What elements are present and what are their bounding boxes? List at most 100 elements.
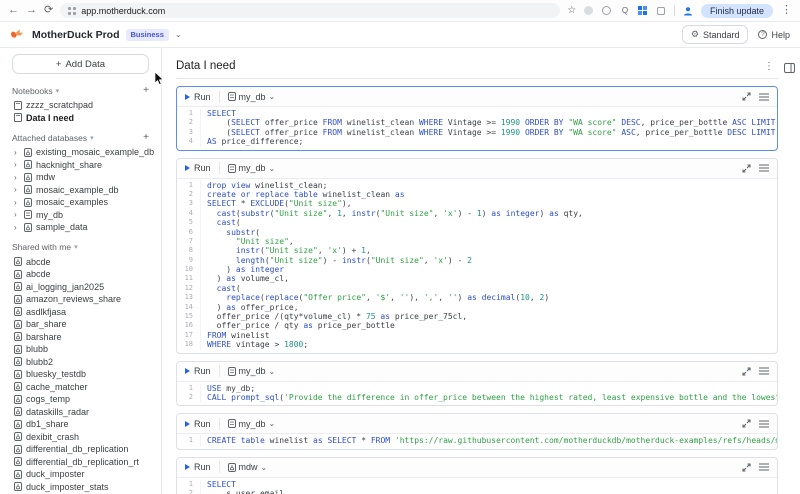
notebook-cell: Run my_db⌄ 1SELECT2 (SELECT offer_price FR… <box>176 86 778 151</box>
sidebar-item[interactable]: blubb2 <box>0 356 161 369</box>
expand-chevron-icon[interactable]: › <box>14 198 20 207</box>
database-selector-label: my_db <box>239 163 266 173</box>
sidebar-item[interactable]: bar_share <box>0 318 161 331</box>
workspace-name[interactable]: MotherDuck Prod <box>32 29 120 41</box>
shared-database-icon <box>14 470 22 479</box>
sidebar-item[interactable]: asdlkfjasa <box>0 306 161 319</box>
expand-cell-icon[interactable] <box>742 92 751 101</box>
shared-database-icon <box>14 307 22 316</box>
sidebar-item[interactable]: cache_matcher <box>0 381 161 394</box>
sidebar-item[interactable]: abcde <box>0 256 161 269</box>
section-header[interactable]: Attached databases▾+ <box>0 129 161 146</box>
code-line: 2CALL prompt_sql('Provide the difference… <box>177 393 777 402</box>
expand-chevron-icon[interactable]: › <box>14 223 20 232</box>
expand-cell-icon[interactable] <box>742 419 751 428</box>
code-text: offer_price / qty as price_per_bottle <box>201 321 395 330</box>
sidebar-item[interactable]: barshare <box>0 331 161 344</box>
expand-cell-icon[interactable] <box>742 463 751 472</box>
shared-database-icon <box>24 148 32 157</box>
forward-icon[interactable]: → <box>26 5 37 16</box>
sidebar-item[interactable]: zzzz_scratchpad <box>0 99 161 112</box>
sidebar-item[interactable]: abcde <box>0 268 161 281</box>
help-button[interactable]: ? Help <box>758 30 790 40</box>
database-selector[interactable]: my_db⌄ <box>228 419 276 429</box>
sidebar-item[interactable]: ›hacknight_share <box>0 159 161 172</box>
sidebar-item[interactable]: ›mosaic_example_db <box>0 184 161 197</box>
sidebar-item[interactable]: duck_imposter_stats <box>0 481 161 494</box>
back-icon[interactable]: ← <box>8 5 19 16</box>
standard-mode-button[interactable]: ⚙ Standard <box>682 25 749 44</box>
sidebar-item[interactable]: dexibit_crash <box>0 431 161 444</box>
header-divider <box>176 78 778 79</box>
bookmark-star-icon[interactable]: ☆ <box>567 5 576 16</box>
run-button[interactable]: Run <box>185 163 211 173</box>
chevron-down-icon: ▾ <box>74 243 78 251</box>
expand-chevron-icon[interactable]: › <box>14 148 20 157</box>
section-add-icon[interactable]: + <box>143 85 149 96</box>
sidebar-item[interactable]: blubb <box>0 343 161 356</box>
sidebar-item[interactable]: db1_share <box>0 418 161 431</box>
code-editor[interactable]: 1SELECT2 (SELECT offer_price FROM wineli… <box>177 107 777 150</box>
run-button[interactable]: Run <box>185 462 211 472</box>
extension-icon[interactable] <box>584 6 594 16</box>
line-number: 6 <box>177 228 201 237</box>
extension-globe-icon[interactable] <box>602 6 612 16</box>
code-editor[interactable]: 1USE my_db;2CALL prompt_sql('Provide the… <box>177 382 777 406</box>
database-selector[interactable]: my_db⌄ <box>228 163 276 173</box>
sidebar-item[interactable]: ai_logging_jan2025 <box>0 281 161 294</box>
play-icon <box>185 368 190 374</box>
address-bar[interactable]: app.motherduck.com <box>60 3 560 18</box>
cell-menu-icon[interactable] <box>759 463 769 471</box>
sidebar-item[interactable]: cogs_temp <box>0 393 161 406</box>
line-number: 5 <box>177 218 201 227</box>
site-permissions-icon[interactable] <box>68 7 76 15</box>
run-button[interactable]: Run <box>185 366 211 376</box>
run-button[interactable]: Run <box>185 419 211 429</box>
expand-cell-icon[interactable] <box>742 367 751 376</box>
workspace-chevron-down-icon[interactable]: ⌄ <box>175 30 182 39</box>
sidebar-item[interactable]: amazon_reviews_share <box>0 293 161 306</box>
cell-menu-icon[interactable] <box>759 93 769 101</box>
sidebar-item[interactable]: differential_db_replication_rt <box>0 456 161 469</box>
expand-chevron-icon[interactable]: › <box>14 185 20 194</box>
expand-chevron-icon[interactable]: › <box>14 160 20 169</box>
code-editor[interactable]: 1CREATE table winelist as SELECT * FROM … <box>177 434 777 448</box>
sidebar-item[interactable]: ›sample_data <box>0 221 161 234</box>
section-header[interactable]: Notebooks▾+ <box>0 82 161 99</box>
extension-grid-icon[interactable] <box>638 6 648 16</box>
sidebar-item[interactable]: ›my_db <box>0 209 161 222</box>
sidebar-item[interactable]: ›existing_mosaic_example_db <box>0 146 161 159</box>
browser-menu-icon[interactable]: ⋮ <box>781 5 792 16</box>
sidebar-item[interactable]: dataskills_radar <box>0 406 161 419</box>
sidebar-item[interactable]: ›mosaic_examples <box>0 196 161 209</box>
expand-cell-icon[interactable] <box>742 164 751 173</box>
notebook-cell: Run mdw⌄ 1SELECT2 s.user_email,3 z.Company… <box>176 457 778 494</box>
extension-q-icon[interactable]: Q <box>620 6 630 16</box>
extensions-puzzle-icon[interactable] <box>656 6 666 16</box>
sidebar-item[interactable]: bluesky_testdb <box>0 368 161 381</box>
line-number: 12 <box>177 284 201 293</box>
add-data-button[interactable]: + Add Data <box>12 54 149 74</box>
toggle-side-panel-icon[interactable] <box>784 60 795 78</box>
expand-chevron-icon[interactable]: › <box>14 210 20 219</box>
sidebar-item[interactable]: duck_imposter <box>0 468 161 481</box>
database-selector[interactable]: mdw⌄ <box>228 462 268 472</box>
reload-icon[interactable]: ⟳ <box>44 5 53 16</box>
cell-menu-icon[interactable] <box>759 164 769 172</box>
section-header[interactable]: Shared with me▾ <box>0 239 161 256</box>
profile-icon[interactable] <box>683 6 693 16</box>
run-button[interactable]: Run <box>185 92 211 102</box>
database-selector[interactable]: my_db⌄ <box>228 92 276 102</box>
cell-menu-icon[interactable] <box>759 420 769 428</box>
code-editor[interactable]: 1SELECT2 s.user_email,3 z.Company_Name,4… <box>177 478 777 494</box>
expand-chevron-icon[interactable]: › <box>14 173 20 182</box>
sidebar-item[interactable]: ›mdw <box>0 171 161 184</box>
cell-menu-icon[interactable] <box>759 367 769 375</box>
database-selector[interactable]: my_db⌄ <box>228 366 276 376</box>
code-editor[interactable]: 1drop view winelist_clean;2create or rep… <box>177 179 777 353</box>
finish-update-button[interactable]: Finish update <box>701 4 773 18</box>
notebook-menu-icon[interactable]: ⋮ <box>760 61 778 72</box>
sidebar-item[interactable]: differential_db_replication <box>0 443 161 456</box>
section-add-icon[interactable]: + <box>143 132 149 143</box>
sidebar-item[interactable]: Data I need <box>0 112 161 125</box>
